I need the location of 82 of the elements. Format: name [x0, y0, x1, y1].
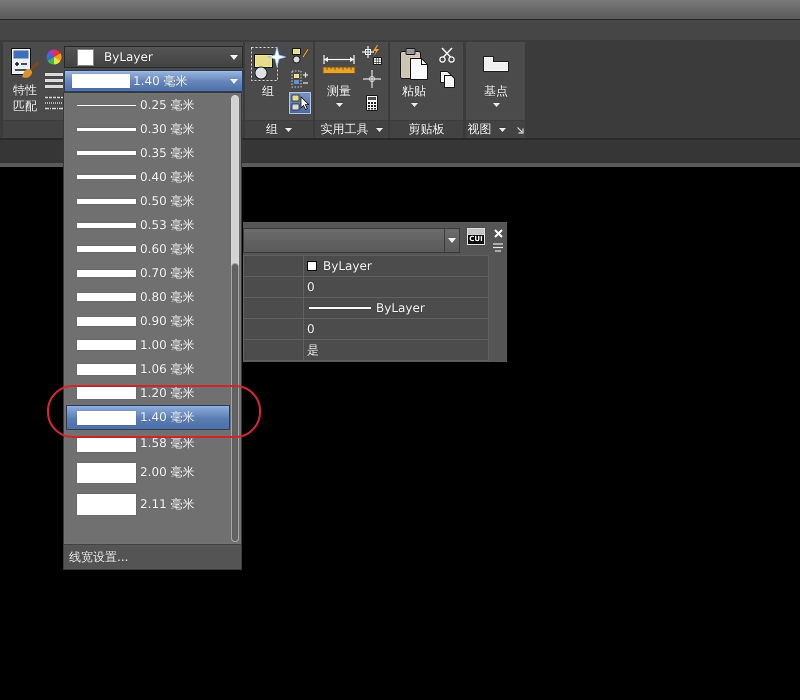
lineweight-option[interactable]: 1.06 毫米 [66, 357, 230, 381]
block-icon [482, 55, 510, 73]
lineweight-option[interactable]: 0.70 毫米 [66, 261, 230, 285]
line-sample-icon [77, 175, 136, 179]
lineweight-settings-item[interactable]: 线宽设置... [64, 544, 241, 569]
match-properties-button[interactable]: 特性匹配 [6, 42, 44, 118]
line-sample-icon [77, 387, 136, 399]
line-sample-icon [72, 74, 130, 88]
lineweight-option[interactable]: 0.80 毫米 [66, 285, 230, 309]
panel-title: 剪贴板 [390, 120, 463, 138]
line-sample-icon [77, 128, 136, 130]
property-value[interactable]: ByLayer [376, 301, 425, 315]
group-button[interactable]: 组 [248, 42, 288, 118]
panel-title-button[interactable]: 组 [245, 120, 313, 138]
line-sample-icon [77, 293, 136, 301]
dashed-lines-icon[interactable] [45, 96, 63, 110]
color-wheel-icon[interactable] [46, 49, 62, 65]
menu-icon[interactable] [493, 243, 503, 252]
lineweight-option[interactable]: 1.40 毫米 [66, 405, 230, 430]
lineweight-option[interactable]: 0.60 毫米 [66, 237, 230, 261]
scrollbar-thumb[interactable] [231, 263, 239, 542]
lineweight-option[interactable]: 0.40 毫米 [66, 165, 230, 189]
calculator-icon [366, 95, 378, 111]
panel-title-button[interactable]: 视图 [466, 120, 525, 138]
line-sample-icon [77, 222, 136, 228]
line-sample-icon [77, 340, 136, 350]
crosshair-lightning-icon [362, 45, 382, 65]
select-button[interactable] [289, 92, 311, 114]
property-value[interactable]: ByLayer [323, 259, 372, 273]
lineweight-option[interactable]: 0.35 毫米 [66, 141, 230, 165]
group-icon [250, 46, 286, 82]
line-sample-icon [77, 316, 136, 326]
color-swatch-icon [307, 261, 317, 271]
clipboard-icon [399, 47, 429, 81]
group-select-button[interactable] [289, 68, 311, 90]
line-sample-icon [77, 198, 136, 204]
ruler-icon [322, 54, 356, 74]
cursor-select-icon [291, 94, 309, 112]
dropdown-arrow-icon [448, 238, 456, 243]
close-icon[interactable] [494, 229, 502, 238]
color-dropdown[interactable]: ByLayer [64, 46, 243, 68]
point-button[interactable] [361, 68, 383, 90]
lineweight-option[interactable]: 1.00 毫米 [66, 333, 230, 357]
lineweight-option[interactable]: 0.90 毫米 [66, 309, 230, 333]
property-value[interactable]: 0 [307, 322, 315, 336]
scissors-icon [439, 47, 455, 63]
scrollbar-track[interactable] [231, 95, 239, 542]
line-sample-icon [77, 151, 136, 155]
copy-icon [439, 70, 455, 88]
line-sample-icon [77, 270, 136, 276]
base-point-button[interactable]: 基点 [476, 42, 516, 118]
line-sample-icon [77, 462, 136, 482]
line-sample-icon [309, 307, 371, 309]
measure-button[interactable]: 测量 [318, 42, 360, 118]
dotted-select-icon [291, 70, 309, 88]
line-sample-icon [77, 410, 136, 424]
dropdown-arrow-icon [230, 78, 238, 84]
brush-window-icon [10, 47, 40, 79]
line-sample-icon [77, 364, 136, 374]
lineweight-icon[interactable] [45, 73, 63, 88]
line-sample-icon [77, 104, 136, 106]
property-value[interactable]: 是 [307, 342, 319, 358]
lineweight-option[interactable]: 0.25 毫米 [66, 93, 230, 117]
panel-title-button[interactable]: 实用工具 [315, 120, 388, 138]
lineweight-option[interactable]: 0.53 毫米 [66, 213, 230, 237]
quick-select-button[interactable] [361, 44, 383, 66]
line-sample-icon [77, 494, 136, 514]
lineweight-option[interactable]: 2.11 毫米 [66, 488, 230, 520]
lineweight-option[interactable]: 0.50 毫米 [66, 189, 230, 213]
property-value[interactable]: 0 [307, 280, 315, 294]
lineweight-option[interactable]: 0.30 毫米 [66, 117, 230, 141]
paste-button[interactable]: 粘贴 [393, 42, 435, 118]
launcher-arrow-icon[interactable] [516, 126, 524, 134]
lineweight-dropdown[interactable]: 1.40 毫米 [64, 70, 243, 92]
lineweight-option[interactable]: 2.00 毫米 [66, 457, 230, 488]
lineweight-option[interactable]: 1.58 毫米 [66, 430, 230, 457]
color-swatch-icon [77, 48, 94, 66]
shapes-pencil-icon [291, 46, 309, 64]
lineweight-option[interactable]: 1.20 毫米 [66, 381, 230, 405]
dropdown-arrow-icon [230, 54, 238, 60]
line-sample-icon [77, 246, 136, 252]
crosshair-icon [363, 70, 381, 88]
